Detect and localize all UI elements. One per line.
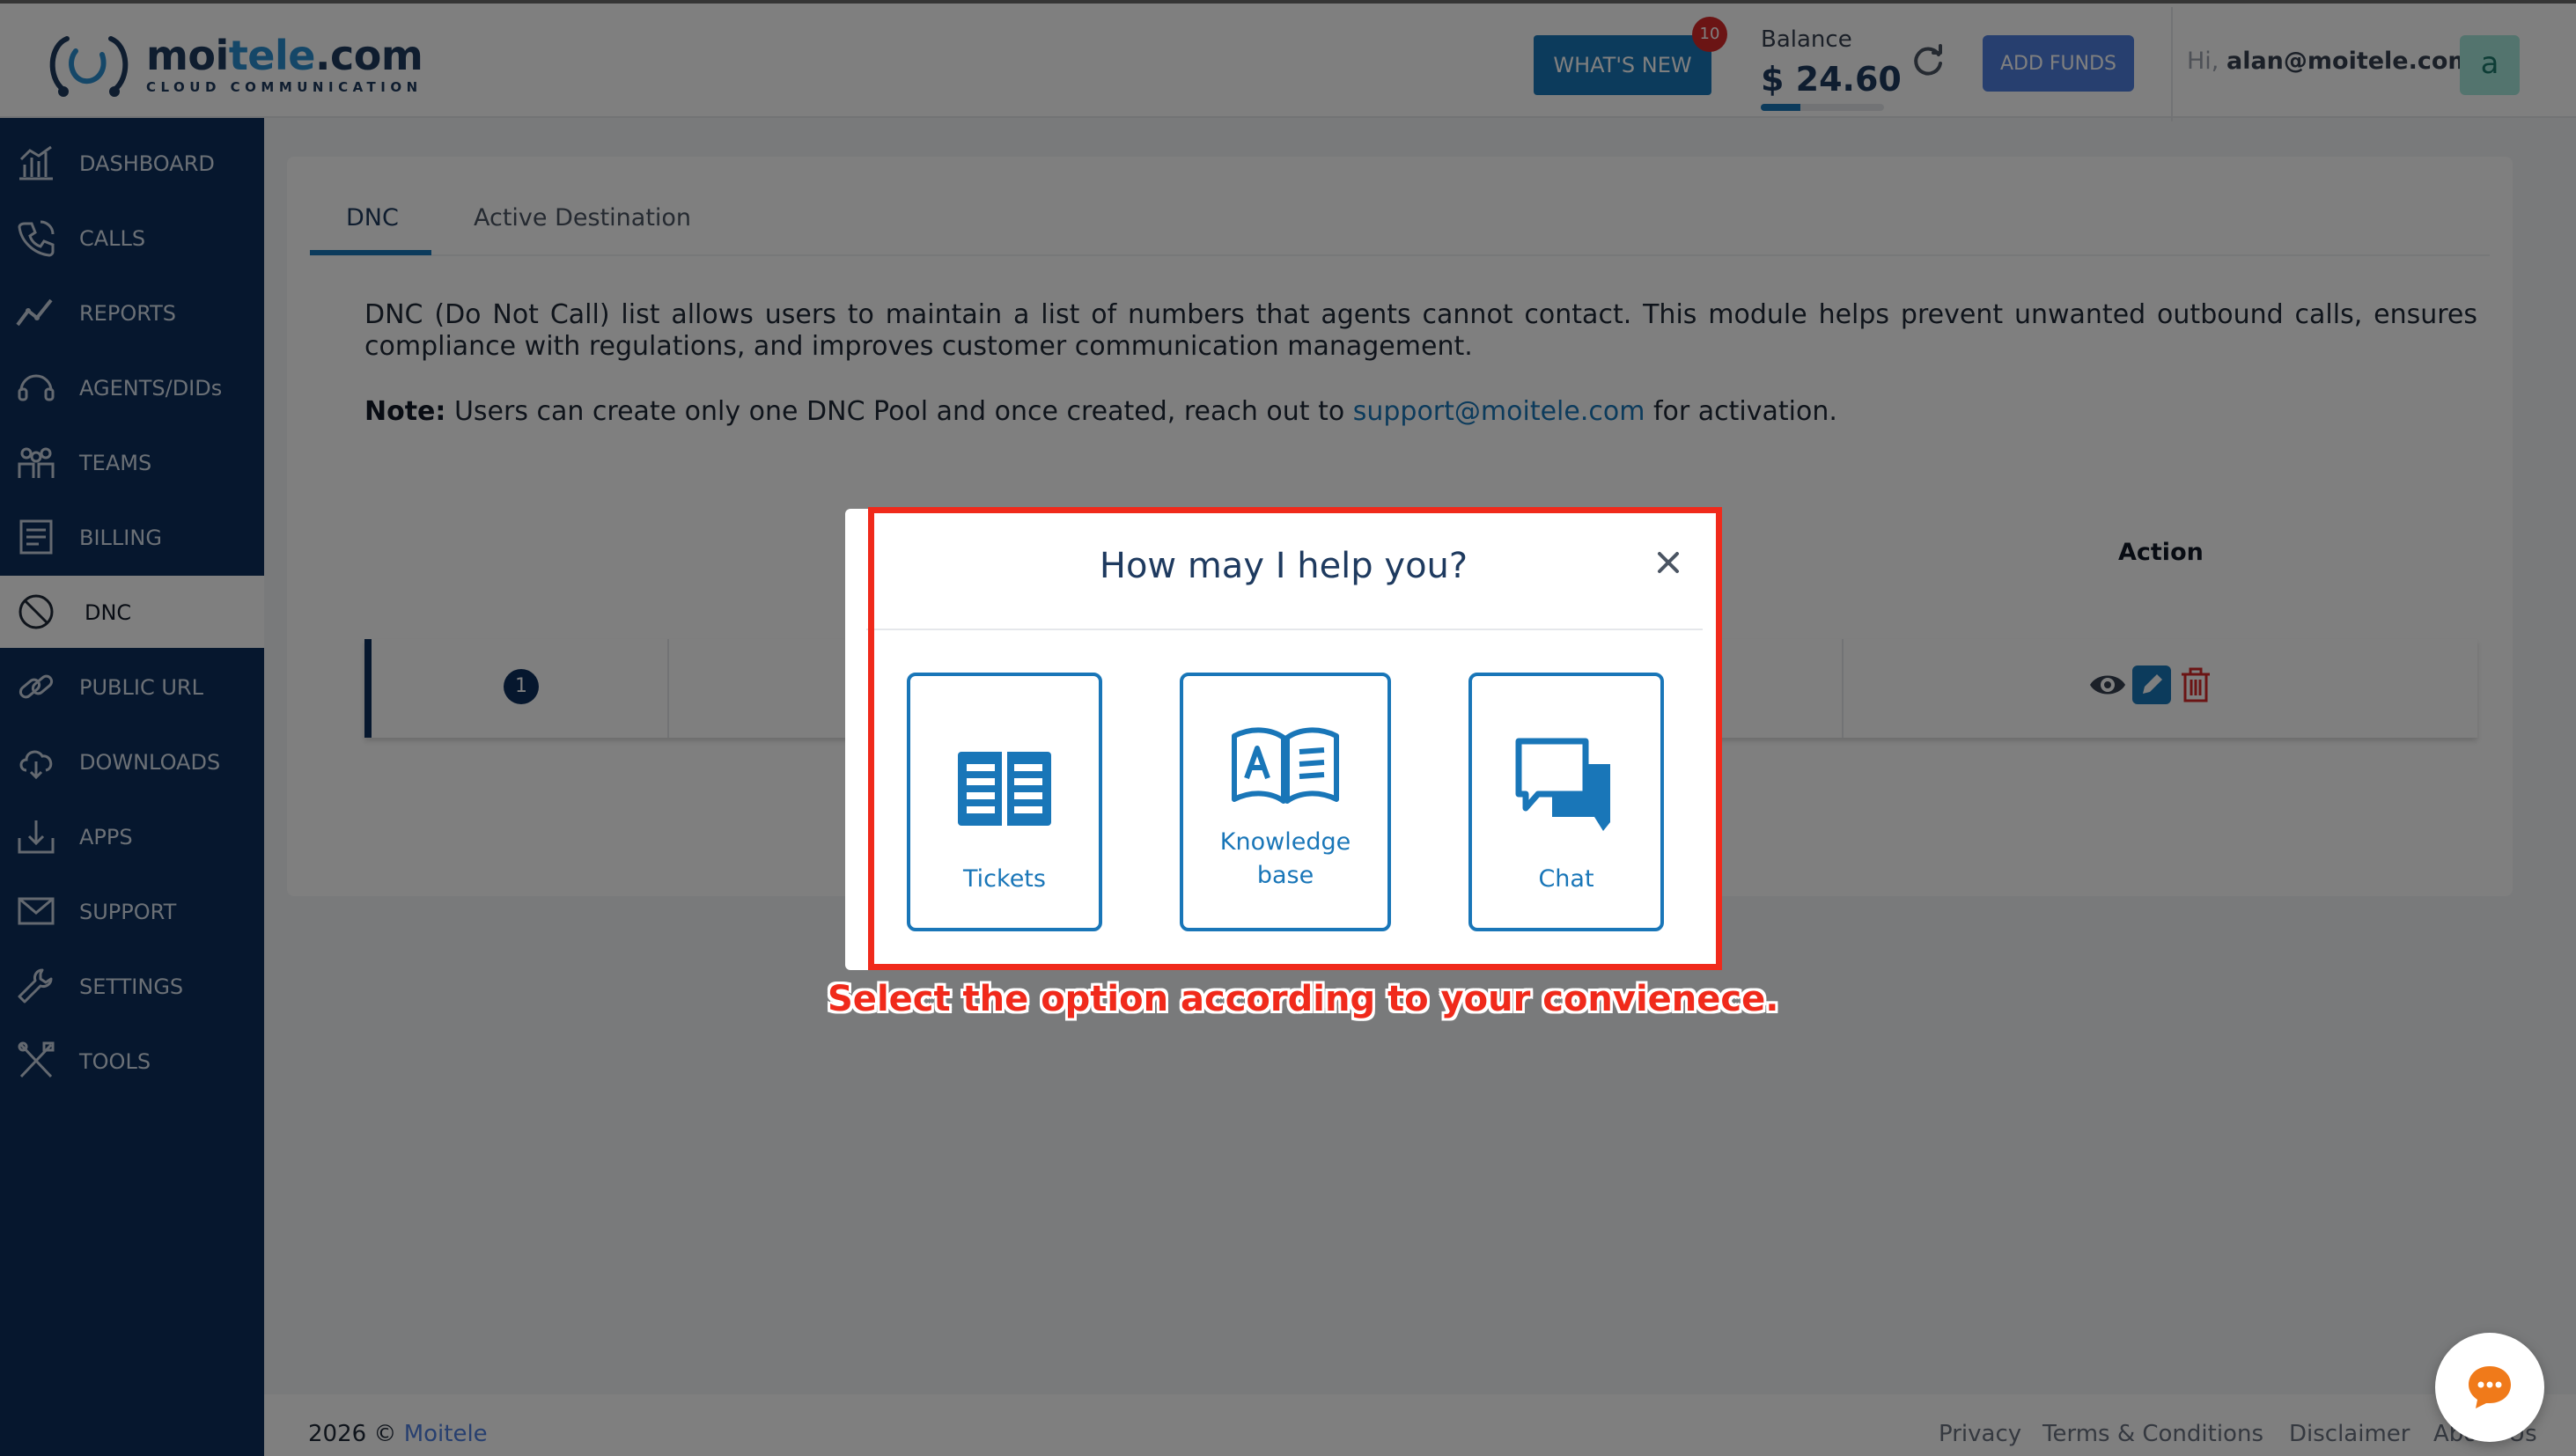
annotation-text: Select the option according to your conv… <box>828 979 1779 1019</box>
highlight-box <box>868 507 1722 970</box>
chat-widget-button[interactable] <box>2435 1333 2544 1442</box>
chat-bubble-icon <box>2469 1366 2511 1408</box>
